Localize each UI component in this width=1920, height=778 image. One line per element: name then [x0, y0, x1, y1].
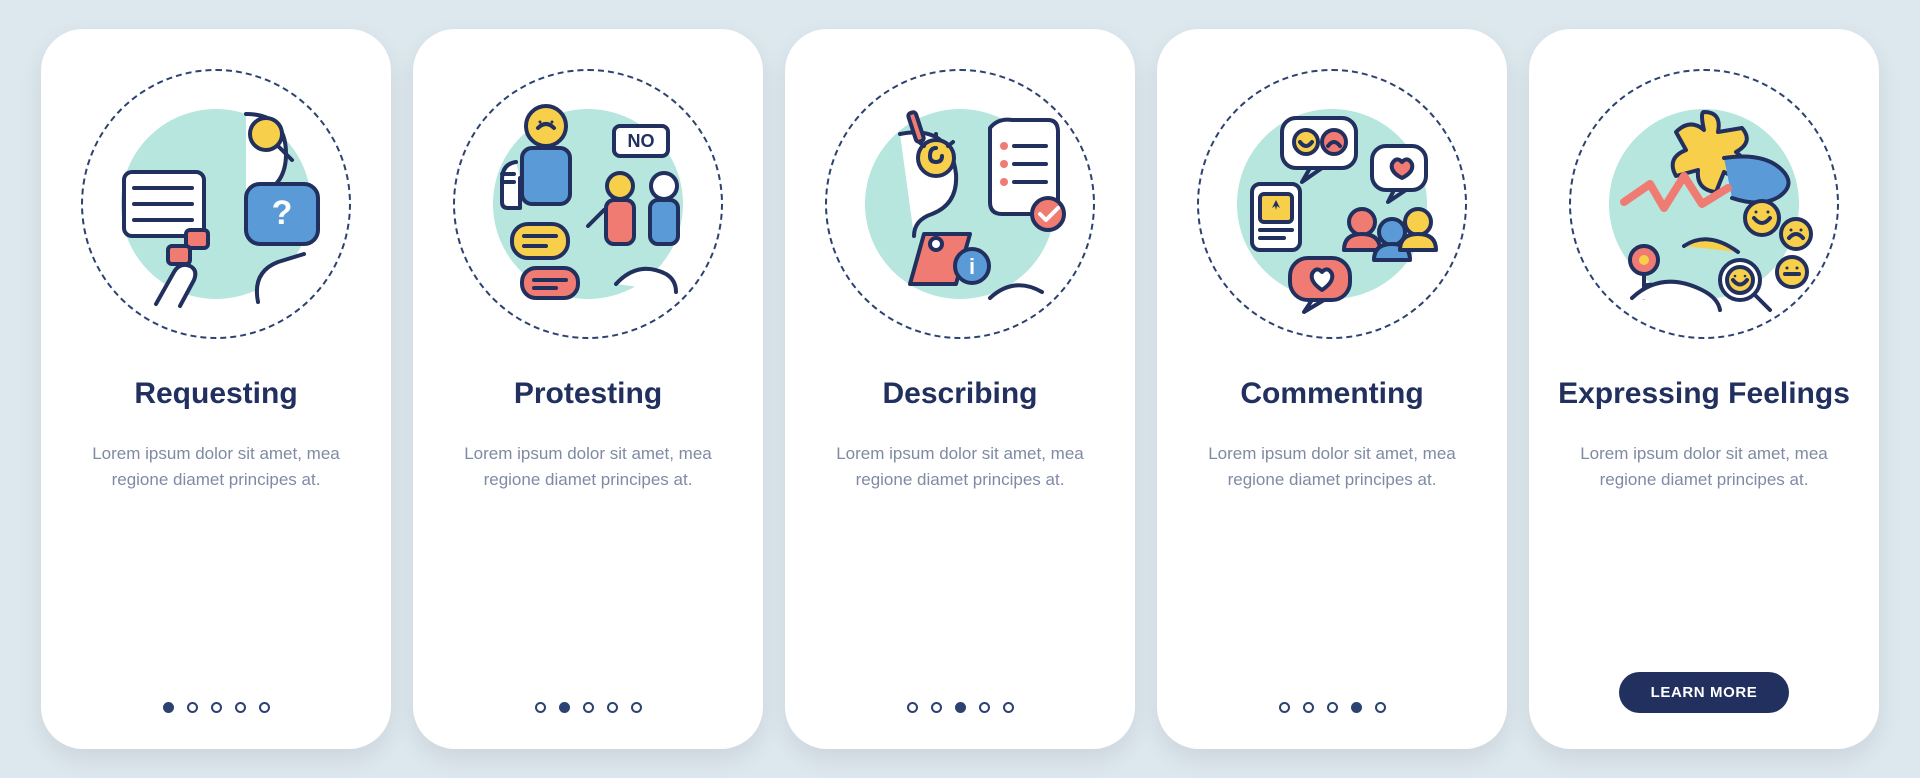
onboarding-card-expressing-feelings: Expressing Feelings Lorem ipsum dolor si… [1529, 29, 1879, 749]
describing-icon: i [840, 84, 1080, 324]
page-dot[interactable] [535, 702, 546, 713]
illustration-wrapper [1569, 69, 1839, 339]
illustration-wrapper: ? [81, 69, 351, 339]
page-dot[interactable] [559, 702, 570, 713]
pagination-dots [163, 702, 270, 713]
onboarding-card-commenting: Commenting Lorem ipsum dolor sit amet, m… [1157, 29, 1507, 749]
pagination-dots [907, 702, 1014, 713]
page-dot[interactable] [163, 702, 174, 713]
pagination-dots [1279, 702, 1386, 713]
illustration-wrapper [1197, 69, 1467, 339]
card-title: Commenting [1240, 377, 1423, 411]
card-footer: LEARN MORE [1529, 672, 1879, 713]
card-title: Requesting [134, 377, 297, 411]
illustration-wrapper: NO [453, 69, 723, 339]
svg-text:i: i [969, 254, 975, 279]
card-body: Lorem ipsum dolor sit amet, mea regione … [76, 441, 356, 494]
card-title: Expressing Feelings [1558, 377, 1850, 411]
card-title: Describing [882, 377, 1037, 411]
page-dot[interactable] [607, 702, 618, 713]
expressing-feelings-icon [1584, 84, 1824, 324]
page-dot[interactable] [583, 702, 594, 713]
page-dot[interactable] [1375, 702, 1386, 713]
page-dot[interactable] [1003, 702, 1014, 713]
page-dot[interactable] [907, 702, 918, 713]
requesting-icon: ? [96, 84, 336, 324]
svg-text:?: ? [272, 194, 293, 232]
page-dot[interactable] [931, 702, 942, 713]
page-dot[interactable] [1351, 702, 1362, 713]
page-dot[interactable] [259, 702, 270, 713]
card-title: Protesting [514, 377, 662, 411]
card-footer [413, 702, 763, 713]
pagination-dots [535, 702, 642, 713]
page-dot[interactable] [631, 702, 642, 713]
protesting-icon: NO [468, 84, 708, 324]
page-dot[interactable] [1303, 702, 1314, 713]
page-dot[interactable] [979, 702, 990, 713]
card-body: Lorem ipsum dolor sit amet, mea regione … [820, 441, 1100, 494]
onboarding-card-protesting: NO Protesting Lorem ipsum dolor sit amet… [413, 29, 763, 749]
card-footer [1157, 702, 1507, 713]
page-dot[interactable] [235, 702, 246, 713]
commenting-icon [1212, 84, 1452, 324]
learn-more-button[interactable]: LEARN MORE [1619, 672, 1790, 713]
card-body: Lorem ipsum dolor sit amet, mea regione … [1564, 441, 1844, 494]
page-dot[interactable] [211, 702, 222, 713]
page-dot[interactable] [1279, 702, 1290, 713]
page-dot[interactable] [187, 702, 198, 713]
onboarding-card-requesting: ? Requesting Lorem ipsum dolor sit amet,… [41, 29, 391, 749]
illustration-wrapper: i [825, 69, 1095, 339]
card-body: Lorem ipsum dolor sit amet, mea regione … [448, 441, 728, 494]
page-dot[interactable] [1327, 702, 1338, 713]
svg-text:NO: NO [628, 131, 655, 151]
card-body: Lorem ipsum dolor sit amet, mea regione … [1192, 441, 1472, 494]
page-dot[interactable] [955, 702, 966, 713]
onboarding-card-describing: i Describing Lorem ipsum dolor sit amet,… [785, 29, 1135, 749]
card-footer [41, 702, 391, 713]
card-footer [785, 702, 1135, 713]
